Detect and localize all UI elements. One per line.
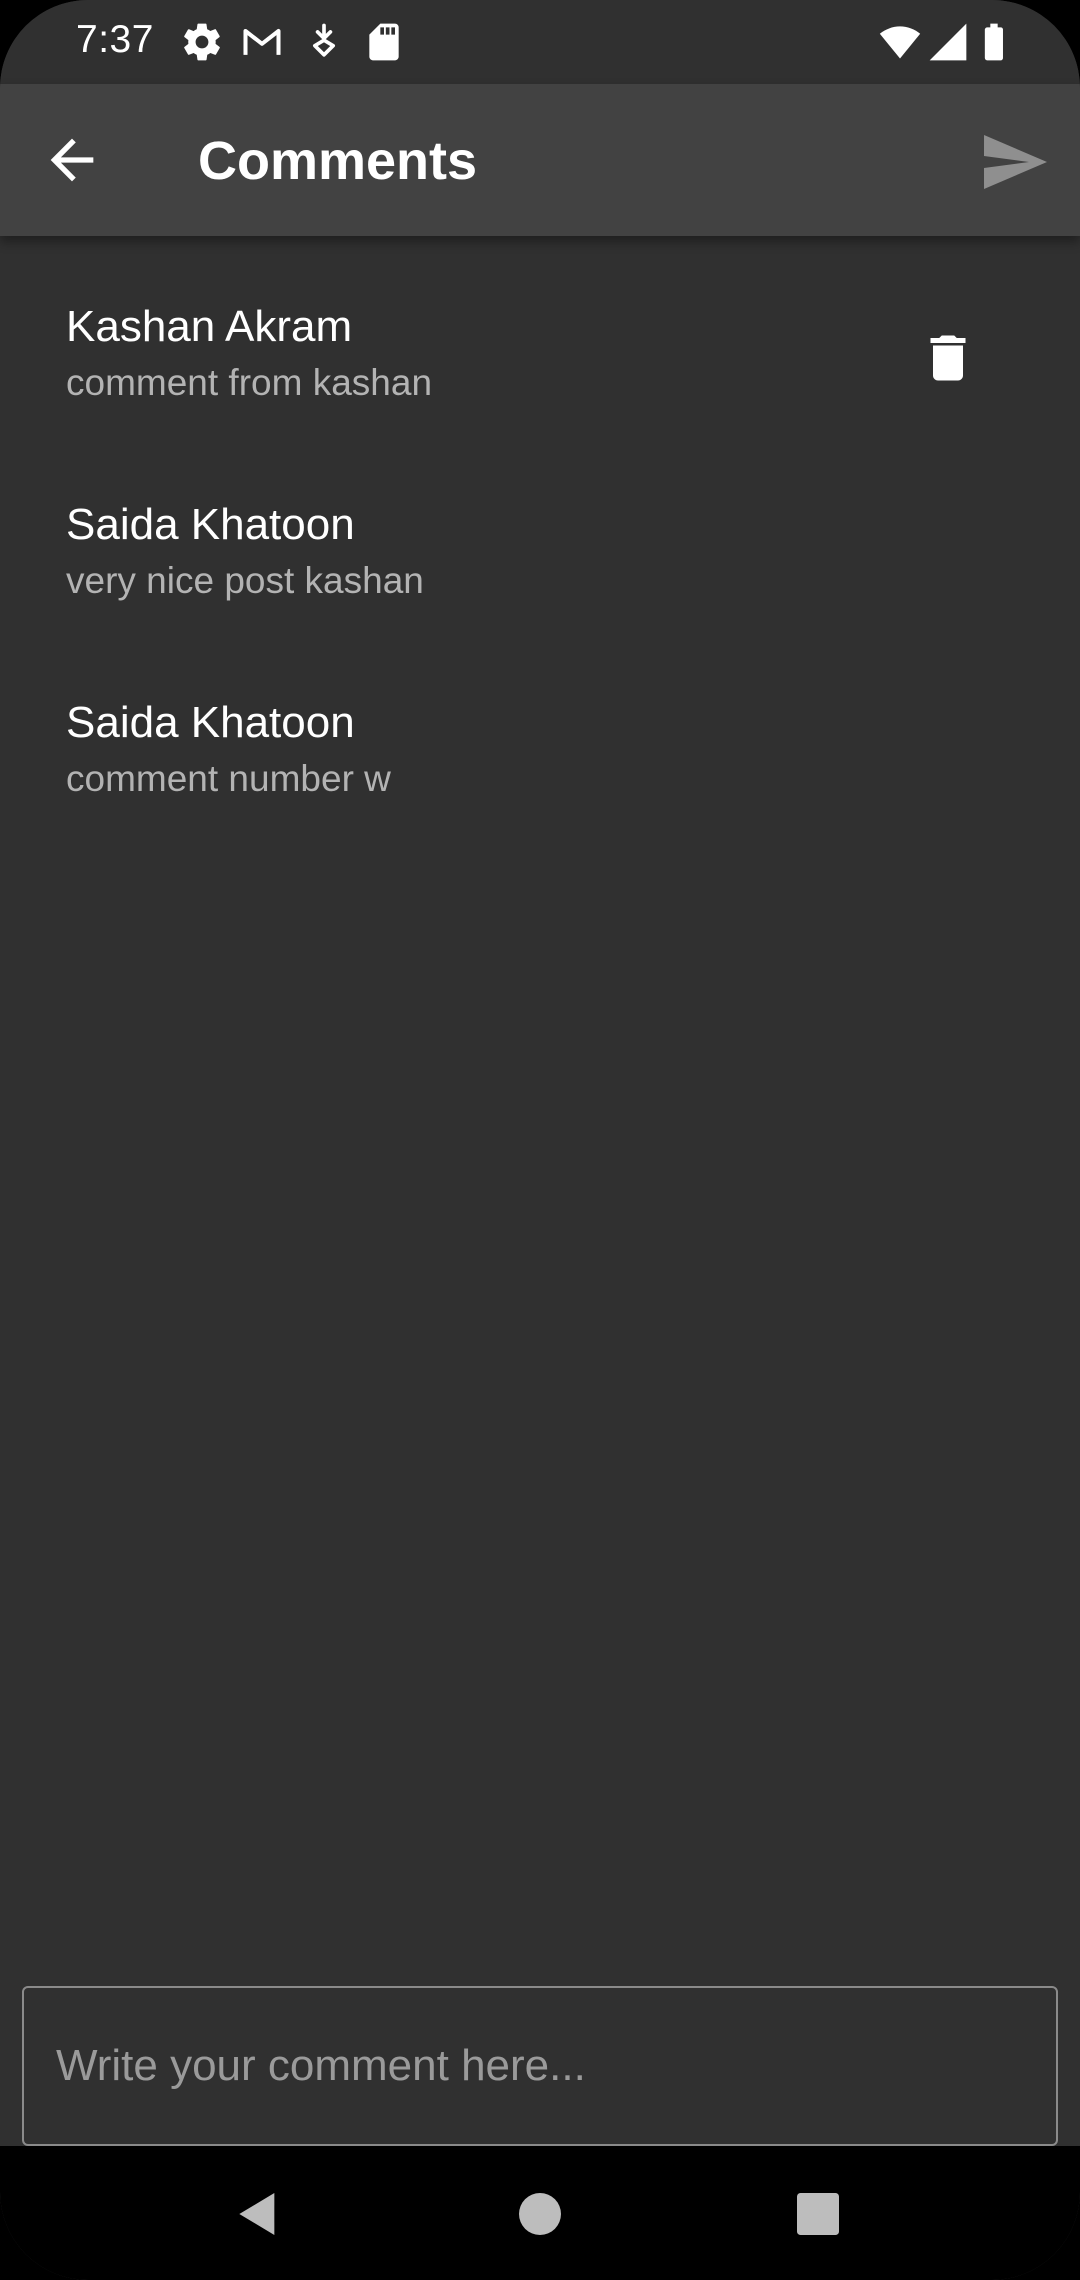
comment-text: very nice post kashan <box>66 560 424 601</box>
arrow-back-icon[interactable] <box>40 128 104 192</box>
sd-card-icon <box>369 23 399 61</box>
comment-item[interactable]: Kashan Akram comment from kashan <box>0 236 1080 434</box>
gmail-icon <box>243 28 281 55</box>
status-bar: 7:37 <box>0 0 1080 84</box>
comment-list: Kashan Akram comment from kashan Saida K… <box>0 236 1080 830</box>
app-bar: Comments <box>0 84 1080 236</box>
comment-input-box <box>22 1986 1058 2146</box>
signal-icon <box>929 23 967 61</box>
comment-item[interactable]: Saida Khatoon comment number w <box>0 632 1080 830</box>
download-icon <box>313 23 335 57</box>
status-time: 7:37 <box>76 18 154 61</box>
wifi-icon <box>879 26 921 59</box>
nav-recents-icon[interactable] <box>790 2186 846 2242</box>
gear-icon <box>184 23 220 61</box>
battery-icon <box>984 23 1004 61</box>
comment-input[interactable] <box>24 1988 1056 2144</box>
navigation-bar <box>0 2146 1080 2280</box>
comment-author: Saida Khatoon <box>66 500 355 549</box>
comment-text: comment number w <box>66 758 391 799</box>
comment-author: Saida Khatoon <box>66 698 355 747</box>
comment-text: comment from kashan <box>66 362 433 403</box>
comments-screen: 7:37 Comments Kashan Akram comment from … <box>0 0 1080 2280</box>
page-title: Comments <box>198 131 478 191</box>
delete-icon[interactable] <box>918 328 978 388</box>
send-icon[interactable] <box>978 126 1050 198</box>
nav-home-icon[interactable] <box>512 2186 568 2242</box>
comment-item[interactable]: Saida Khatoon very nice post kashan <box>0 434 1080 632</box>
nav-back-icon[interactable] <box>230 2186 286 2242</box>
comment-author: Kashan Akram <box>66 302 353 351</box>
